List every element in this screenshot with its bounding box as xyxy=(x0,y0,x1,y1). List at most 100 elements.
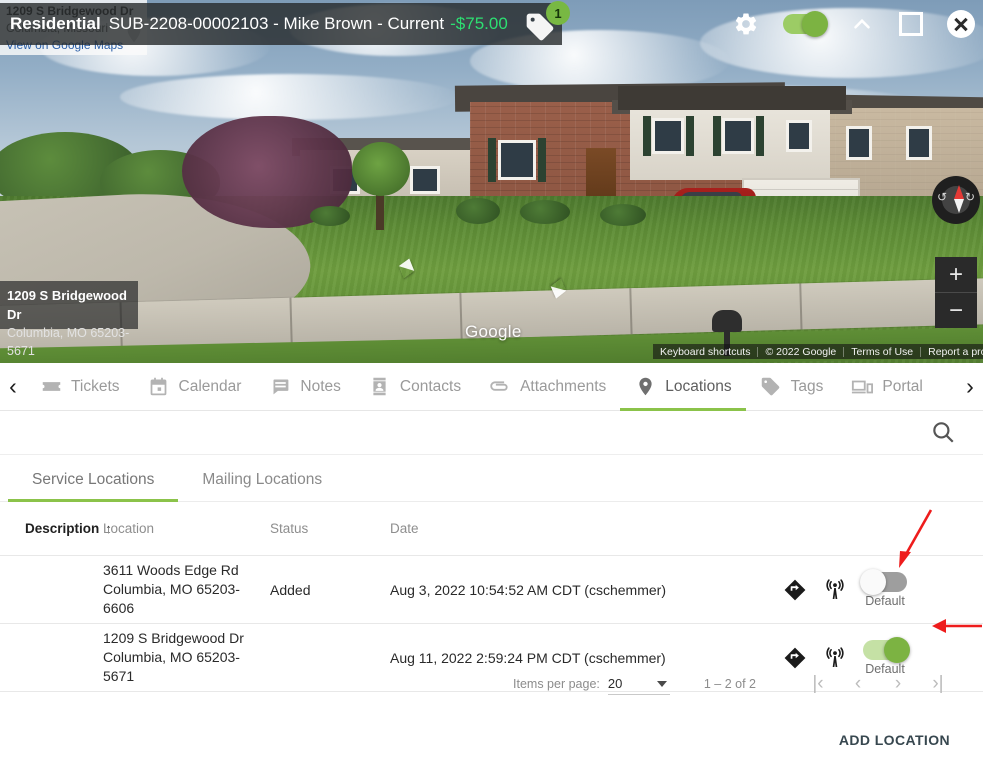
cell-location: 3611 Woods Edge Rd Columbia, MO 65203-66… xyxy=(103,556,270,623)
window xyxy=(786,120,812,152)
address-line-2: Columbia, MO 65203-5671 xyxy=(7,326,130,358)
tab-label: Tags xyxy=(790,377,824,395)
shutter xyxy=(713,116,721,156)
first-page-button[interactable]: |‹ xyxy=(798,667,838,701)
zoom-in-button[interactable]: + xyxy=(935,257,977,292)
subtab-service-locations[interactable]: Service Locations xyxy=(8,471,179,502)
entity-tab-bar: ‹ Tickets Calendar Notes Contacts Attach… xyxy=(0,363,983,411)
gear-icon[interactable] xyxy=(733,11,759,37)
previous-page-button[interactable]: ‹ xyxy=(838,667,878,701)
tab-tickets[interactable]: Tickets xyxy=(26,363,134,411)
location-line-2: Columbia, MO 65203-6606 xyxy=(103,581,240,616)
compass-icon[interactable]: ↺ ↻ xyxy=(932,176,980,224)
default-location-toggle[interactable]: Default xyxy=(860,568,907,608)
tab-locations[interactable]: Locations xyxy=(620,363,746,411)
keyboard-shortcuts-link[interactable]: Keyboard shortcuts xyxy=(653,346,757,358)
column-header-status[interactable]: Status xyxy=(270,521,390,536)
report-problem-link[interactable]: Report a problem xyxy=(921,346,983,358)
maximize-icon[interactable] xyxy=(899,12,923,36)
table-footer-actions: ADD LOCATION xyxy=(0,714,983,765)
account-type-label: Residential xyxy=(10,14,101,33)
cloud xyxy=(120,74,460,120)
column-header-location[interactable]: Location xyxy=(103,521,270,536)
window-title-bar: Residential SUB-2208-00002103 - Mike Bro… xyxy=(0,3,562,45)
ticket-icon xyxy=(40,376,62,398)
toggle-knob xyxy=(884,636,910,663)
shutter xyxy=(643,116,651,156)
tab-tags[interactable]: Tags xyxy=(746,363,838,411)
location-line-1: 1209 S Bridgewood Dr xyxy=(103,630,244,646)
map-zoom-controls[interactable]: + − xyxy=(935,257,977,328)
close-icon[interactable] xyxy=(947,10,975,38)
tab-label: Contacts xyxy=(399,377,462,395)
tab-label: Calendar xyxy=(178,377,242,395)
toggle-label: Default xyxy=(865,593,905,608)
add-location-button[interactable]: ADD LOCATION xyxy=(831,724,958,756)
cell-status: Added xyxy=(270,581,311,598)
shrub xyxy=(456,198,500,224)
cell-date: Aug 3, 2022 10:54:52 AM CDT (cschemmer) xyxy=(390,581,666,598)
tab-notes[interactable]: Notes xyxy=(255,363,355,411)
signal-tower-icon[interactable] xyxy=(823,578,847,602)
tab-label: Tickets xyxy=(71,377,120,395)
table-paginator: Items per page: 20 1 – 2 of 2 |‹ ‹ › ›| xyxy=(0,662,983,706)
streetview-address-overlay: 1209 S Bridgewood Dr Columbia, MO 65203-… xyxy=(0,281,138,358)
table-header-row: Description ↑ Location Status Date xyxy=(0,502,983,556)
google-wordmark: Google xyxy=(465,322,522,341)
window-controls xyxy=(733,6,975,42)
directions-icon[interactable] xyxy=(783,578,807,602)
tab-label: Attachments xyxy=(520,377,607,395)
cell-actions: Default xyxy=(783,568,958,608)
map-pin-icon xyxy=(634,376,656,398)
search-row xyxy=(0,411,983,455)
tree-canopy xyxy=(352,142,410,196)
toggle-track[interactable] xyxy=(863,636,910,663)
subscription-title: SUB-2208-00002103 - Mike Brown - Current xyxy=(108,14,445,33)
location-line-1: 3611 Woods Edge Rd xyxy=(103,562,239,578)
toggle-knob xyxy=(860,568,886,595)
tag-icon xyxy=(760,376,782,398)
devices-icon xyxy=(851,376,874,398)
next-page-button[interactable]: › xyxy=(878,667,918,701)
window xyxy=(498,140,536,180)
terms-of-use-link[interactable]: Terms of Use xyxy=(844,346,920,358)
shutter xyxy=(756,116,764,156)
table-row[interactable]: 3611 Woods Edge Rd Columbia, MO 65203-66… xyxy=(0,556,983,624)
shutter xyxy=(538,138,546,182)
tab-calendar[interactable]: Calendar xyxy=(134,363,256,411)
subtab-mailing-locations[interactable]: Mailing Locations xyxy=(178,471,346,501)
zoom-out-button[interactable]: − xyxy=(935,293,977,328)
tab-portal[interactable]: Portal xyxy=(837,363,937,411)
shrub xyxy=(520,200,570,224)
last-page-button[interactable]: ›| xyxy=(918,667,958,701)
upper-roof xyxy=(618,86,846,110)
chevron-up-icon[interactable] xyxy=(849,11,875,37)
window xyxy=(906,126,932,160)
shutter xyxy=(686,116,694,156)
tab-scroll-left-button[interactable]: ‹ xyxy=(0,363,26,411)
window-active-toggle[interactable] xyxy=(783,11,828,37)
tag-count-badge: 1 xyxy=(546,1,570,25)
tab-label: Locations xyxy=(665,377,732,395)
toggle-track[interactable] xyxy=(860,568,907,595)
calendar-icon xyxy=(148,376,170,398)
column-header-date[interactable]: Date xyxy=(390,521,958,536)
toggle-knob xyxy=(802,11,828,37)
items-per-page-select[interactable]: 20 xyxy=(607,673,670,695)
tab-list: Tickets Calendar Notes Contacts Attachme xyxy=(26,363,957,411)
tab-contacts[interactable]: Contacts xyxy=(355,363,475,411)
shrub xyxy=(310,206,350,226)
streetview-panel[interactable]: Google ↺ ↻ + − Keyboard shortcuts © 2022… xyxy=(0,0,983,363)
tag-indicator[interactable]: 1 xyxy=(524,1,570,45)
balance-amount: -$75.00 xyxy=(450,14,508,33)
tab-label: Portal xyxy=(882,377,923,395)
search-icon[interactable] xyxy=(930,419,958,447)
location-subtabs: Service Locations Mailing Locations xyxy=(0,455,983,502)
tab-scroll-right-button[interactable]: › xyxy=(957,363,983,411)
contact-icon xyxy=(369,376,391,398)
column-header-description[interactable]: Description ↑ xyxy=(25,521,112,536)
tab-attachments[interactable]: Attachments xyxy=(475,363,620,411)
google-attribution: Keyboard shortcuts © 2022 Google Terms o… xyxy=(653,344,983,359)
window xyxy=(722,118,754,154)
page-range-label: 1 – 2 of 2 xyxy=(703,677,756,691)
